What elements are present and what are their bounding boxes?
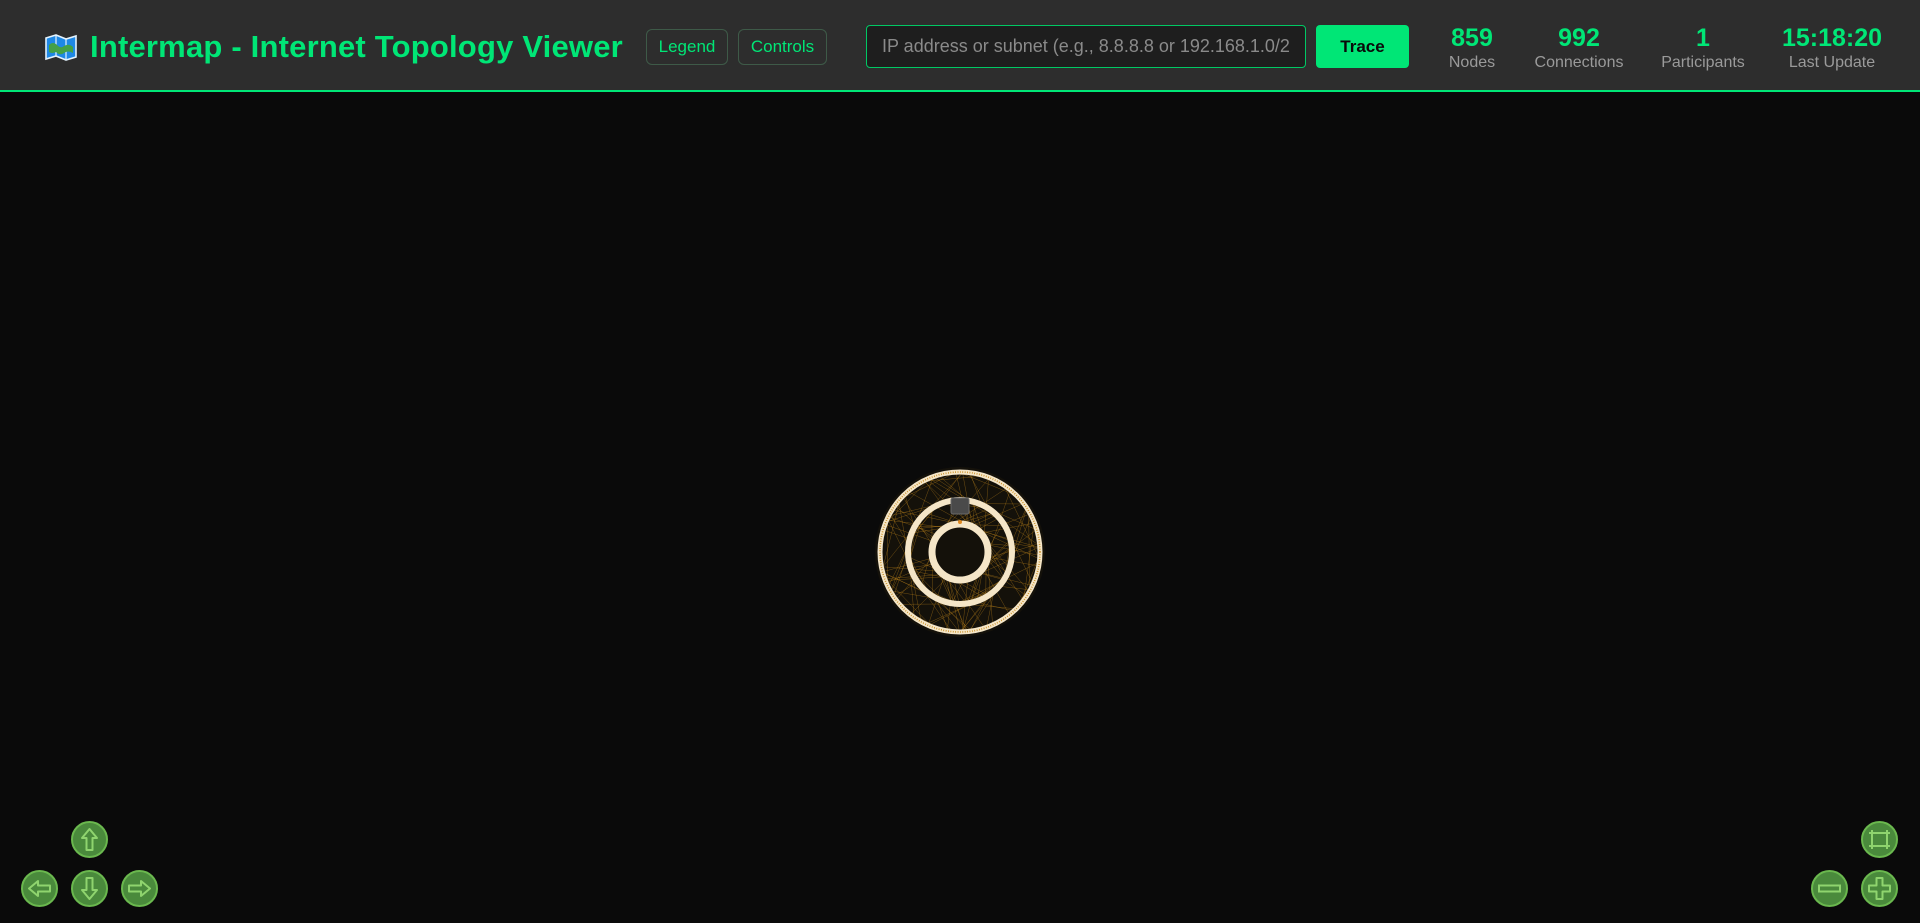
zoom-out-button[interactable] <box>1811 870 1848 907</box>
stat-nodes-value: 859 <box>1451 24 1493 52</box>
stat-connections: 992 Connections <box>1527 24 1631 74</box>
zoom-out-icon <box>1818 884 1841 893</box>
stat-nodes: 859 Nodes <box>1432 24 1512 74</box>
controls-button[interactable]: Controls <box>738 29 827 65</box>
topology-node <box>958 520 962 524</box>
app-header: Intermap - Internet Topology Viewer Lege… <box>0 0 1920 92</box>
ip-search-input[interactable] <box>866 25 1306 68</box>
stat-connections-label: Connections <box>1534 54 1624 71</box>
arrow-up-icon <box>81 828 98 851</box>
zoom-in-icon <box>1868 877 1891 900</box>
stat-participants-label: Participants <box>1661 54 1745 71</box>
zoom-in-button[interactable] <box>1861 870 1898 907</box>
legend-button[interactable]: Legend <box>646 29 728 65</box>
map-icon <box>45 34 77 61</box>
topology-background <box>875 467 1045 637</box>
stat-participants: 1 Participants <box>1654 24 1752 74</box>
pan-left-button[interactable] <box>21 870 58 907</box>
arrow-right-icon <box>128 880 151 897</box>
stat-connections-value: 992 <box>1558 24 1600 52</box>
arrow-down-icon <box>81 877 98 900</box>
stat-participants-value: 1 <box>1696 24 1710 52</box>
app-title: Intermap - Internet Topology Viewer <box>90 29 623 64</box>
stat-last-update: 15:18:20 Last Update <box>1780 24 1884 74</box>
pan-right-button[interactable] <box>121 870 158 907</box>
fit-view-button[interactable] <box>1861 821 1898 858</box>
stat-nodes-label: Nodes <box>1448 54 1496 71</box>
fit-view-icon <box>1869 830 1890 849</box>
stat-last-update-label: Last Update <box>1788 54 1876 71</box>
topology-graph[interactable] <box>872 464 1048 640</box>
trace-button[interactable]: Trace <box>1316 25 1409 68</box>
stat-last-update-value: 15:18:20 <box>1781 24 1883 52</box>
pan-down-button[interactable] <box>71 870 108 907</box>
pan-up-button[interactable] <box>71 821 108 858</box>
arrow-left-icon <box>28 880 51 897</box>
topology-hub-node <box>950 497 970 515</box>
